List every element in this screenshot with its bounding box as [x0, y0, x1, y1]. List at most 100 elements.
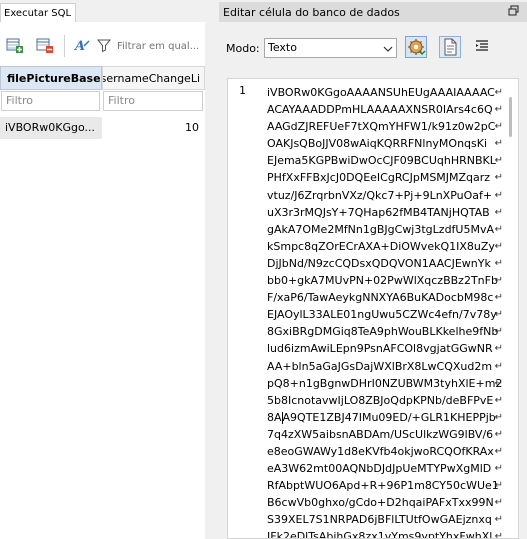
- editor-line[interactable]: vtuz/J6ZrqrbnVXz/Qkc7+Pj+9LnXPuOaf+ ↵: [267, 187, 503, 204]
- new-record-icon[interactable]: [6, 37, 24, 53]
- tab-execute-sql[interactable]: Executar SQL: [0, 3, 76, 22]
- wrap-indicator-icon: ↵: [494, 445, 503, 457]
- editor-line[interactable]: AA+bln5aGaJGsDajWXlBrX8LwCQXud2m ↵: [267, 358, 503, 375]
- editor-vertical-scrollbar[interactable]: [505, 79, 518, 538]
- editor-line[interactable]: F/xaP6/TawAeykgNNXYA6BuKADocbM98c ↵: [267, 289, 503, 306]
- editor-line[interactable]: kSmpc8qZOrECrAXA+DiOWvekQ1IX8uZy ↵: [267, 238, 503, 255]
- wrap-indicator-icon: ↵: [494, 463, 503, 475]
- filter-icon: [96, 37, 112, 53]
- editor-line-text: PHfXxFFBxJcJ0DQEeICgRCJpMSMJMZqarz: [267, 171, 491, 185]
- left-tab-strip: Executar SQL: [0, 0, 205, 22]
- editor-line[interactable]: gAkA7OMe2MfNn1gBJgCwj3tgLzdfU5MvA ↵: [267, 221, 503, 238]
- editor-line[interactable]: iVBORw0KGgoAAAANSUhEUgAAAIAAAAC ↵: [267, 84, 503, 101]
- editor-line[interactable]: pQ8+n1gBgnwDHrI0NZUBWM3tyhXlE+m2 ↵: [267, 375, 503, 392]
- editor-line-text: lud6izmAwiLEpn9PsnAFCOl8vgjatGGwNR: [267, 342, 493, 356]
- editor-text-content[interactable]: iVBORw0KGgoAAAANSUhEUgAAAIAAAAC ↵ ACAYAAAD…: [267, 84, 503, 539]
- editor-line[interactable]: bb0+gkA7MUvPN+02PwWlXqczBBz2TnFb ↵: [267, 272, 503, 289]
- editor-line[interactable]: PHfXxFFBxJcJ0DQEeICgRCJpMSMJMZqarz ↵: [267, 169, 503, 186]
- wrap-indicator-icon: ↵: [494, 155, 503, 167]
- delete-record-icon[interactable]: [36, 37, 54, 53]
- editor-line-text: EJAOylL33ALE01ngUwu5CZWc4efn/7v78y: [267, 308, 497, 322]
- editor-line[interactable]: 5b8IcnotavwIjLO8ZBJoQdpKPNb/deBFPvE ↵: [267, 392, 503, 409]
- editor-line-text: 8GxiBRgDMGiq8TeA9phWouBLKkelhe9fNb: [267, 325, 499, 339]
- editor-line[interactable]: B6cwVb0ghxo/gCdo+D2hqaiPAFxTxx99N ↵: [267, 494, 503, 511]
- editor-line[interactable]: EJAOylL33ALE01ngUwu5CZWc4efn/7v78y ↵: [267, 306, 503, 323]
- editor-line-text: AAGdZJREFUeF7tXQmYHFW1/k91z0w2pC: [267, 120, 496, 134]
- editor-line[interactable]: 8AA9QTE1ZBJ47IMu09ED/+GLR1KHEPPjb ↵: [267, 409, 503, 426]
- wrap-indicator-icon: ↵: [494, 206, 503, 218]
- wrap-indicator-icon: ↵: [494, 292, 503, 304]
- grid-toolbar: A: [0, 31, 205, 61]
- filter-cell-2[interactable]: Filtro: [103, 91, 203, 111]
- editor-line-text: kSmpc8qZOrECrAXA+DiOWvekQ1IX8uZy: [267, 239, 495, 253]
- editor-line-text: JFk2eDlTsAbihGx8zx1vYms9yptYhxFwhXl: [267, 530, 493, 539]
- wrap-indicator-icon: ↵: [494, 275, 503, 287]
- editor-line[interactable]: e8eoGWAWy1d8eKVfb4okjwoRCQOfKRAx ↵: [267, 443, 503, 460]
- wrap-indicator-icon: ↵: [494, 87, 503, 98]
- wrap-indicator-icon: ↵: [494, 189, 503, 201]
- editor-line[interactable]: eA3W62mt00AQNbDJdJpUeMTYPwXgMlD ↵: [267, 460, 503, 477]
- wrap-indicator-icon: ↵: [494, 257, 503, 269]
- tab-execute-sql-label: Executar SQL: [4, 8, 72, 19]
- editor-line-text: 5b8IcnotavwIjLO8ZBJoQdpKPNb/deBFPvE: [267, 393, 494, 407]
- editor-line[interactable]: RfAbptWUO6Apd+R+96P1m8CY50cWUe1 ↵: [267, 477, 503, 494]
- panel-splitter[interactable]: [205, 0, 219, 539]
- toolbar-separator: [64, 35, 65, 57]
- table-cell[interactable]: 10: [102, 117, 205, 139]
- editor-line[interactable]: 8GxiBRgDMGiq8TeA9phWouBLKkelhe9fNb ↵: [267, 323, 503, 340]
- editor-line[interactable]: EJema5KGPBwiDwOcCJF09BCUqhHRNBKL ↵: [267, 152, 503, 169]
- editor-line[interactable]: DjJbNd/N9zcCQDsxQDQVON1AACJEwnYk ↵: [267, 255, 503, 272]
- wrap-indicator-icon: ↵: [494, 531, 503, 539]
- auto-switch-mode-icon[interactable]: [405, 36, 427, 58]
- filter-search-input[interactable]: [114, 37, 205, 56]
- wrap-indicator-icon: ↵: [494, 514, 503, 526]
- mode-select[interactable]: Texto: [264, 38, 397, 58]
- wrap-indicator-icon: ↵: [494, 394, 503, 406]
- data-grid-panel: Executar SQL A filePictureBase UsernameC…: [0, 0, 205, 539]
- wrap-indicator-icon: ↵: [494, 121, 503, 133]
- editor-line-text: AA+bln5aGaJGsDajWXlBrX8LwCQXud2m: [267, 359, 493, 373]
- editor-line-text: RfAbptWUO6Apd+R+96P1m8CY50cWUe1: [267, 479, 499, 493]
- editor-line-text: bb0+gkA7MUvPN+02PwWlXqczBBz2TnFb: [267, 274, 498, 288]
- font-format-icon[interactable]: A: [73, 37, 91, 54]
- wrap-indicator-icon: ↵: [494, 360, 503, 372]
- wrap-indicator-icon: ↵: [494, 172, 503, 184]
- float-window-icon[interactable]: [508, 5, 519, 16]
- panel-title: Editar célula do banco de dados: [223, 6, 400, 19]
- scrollbar-thumb[interactable]: [509, 97, 512, 137]
- editor-line[interactable]: OAKJsQBoJJV08wAiqKQRRFNlnyMOnqsKi ↵: [267, 135, 503, 152]
- editor-line[interactable]: lud6izmAwiLEpn9PsnAFCOl8vgjatGGwNR ↵: [267, 340, 503, 357]
- wrap-indicator-icon: ↵: [494, 428, 503, 440]
- editor-line[interactable]: S39XEL7S1NRPAD6jBFlLTUtfOwGAEjznxq ↵: [267, 511, 503, 528]
- filter-cell-1[interactable]: Filtro: [1, 91, 100, 111]
- wrap-indicator-icon: ↵: [494, 326, 503, 338]
- editor-line-text: B6cwVb0ghxo/gCdo+D2hqaiPAFxTxx99N: [267, 496, 494, 510]
- indent-icon[interactable]: [472, 36, 494, 58]
- editor-line[interactable]: JFk2eDlTsAbihGx8zx1vYms9yptYhxFwhXl ↵: [267, 528, 503, 539]
- editor-line[interactable]: AAGdZJREFUeF7tXQmYHFW1/k91z0w2pC ↵: [267, 118, 503, 135]
- editor-line-text: OAKJsQBoJJV08wAiqKQRRFNlnyMOnqsKi: [267, 137, 488, 151]
- column-header-filePictureBase[interactable]: filePictureBase: [0, 66, 102, 90]
- wrap-indicator-icon: ↵: [494, 480, 503, 492]
- editor-line[interactable]: ACAYAAADDPmHLAAAAAXNSR0IArs4c6Q ↵: [267, 101, 503, 118]
- editor-line[interactable]: 7q4zXW5aibsnABDAm/UScUlkzWG9lBV/6 ↵: [267, 426, 503, 443]
- editor-line-text: uX3r3rMQJsY+7QHap62fMB4TANjHQTAB: [267, 205, 490, 219]
- cell-text-editor[interactable]: 1 iVBORw0KGgoAAAANSUhEUgAAAIAAAAC ↵ ACAYAA…: [227, 78, 519, 539]
- editor-line-text: 7q4zXW5aibsnABDAm/UScUlkzWG9lBV/6: [267, 427, 494, 441]
- word-wrap-icon[interactable]: [439, 36, 461, 58]
- editor-line-text: ACAYAAADDPmHLAAAAAXNSR0IArs4c6Q: [267, 103, 493, 117]
- editor-line-text: iVBORw0KGgoAAAANSUhEUgAAAIAAAAC: [267, 86, 495, 99]
- editor-line[interactable]: uX3r3rMQJsY+7QHap62fMB4TANjHQTAB ↵: [267, 204, 503, 221]
- editor-line-text: vtuz/J6ZrqrbnVXz/Qkc7+Pj+9LnXPuOaf+: [267, 188, 493, 202]
- editor-line-text: DjJbNd/N9zcCQDsxQDQVON1AACJEwnYk: [267, 256, 491, 270]
- wrap-indicator-icon: ↵: [494, 411, 503, 423]
- wrap-indicator-icon: ↵: [494, 343, 503, 355]
- column-header-UsernameChangeLi[interactable]: UsernameChangeLi: [102, 66, 205, 90]
- wrap-indicator-icon: ↵: [494, 240, 503, 252]
- wrap-indicator-icon: ↵: [494, 138, 503, 150]
- mode-select-value: Texto: [268, 41, 297, 54]
- wrap-indicator-icon: ↵: [494, 497, 503, 509]
- editor-line-text: gAkA7OMe2MfNn1gBJgCwj3tgLzdfU5MvA: [267, 222, 494, 236]
- wrap-indicator-icon: ↵: [494, 104, 503, 116]
- table-cell-selected[interactable]: iVBORw0KGgo...: [0, 117, 102, 139]
